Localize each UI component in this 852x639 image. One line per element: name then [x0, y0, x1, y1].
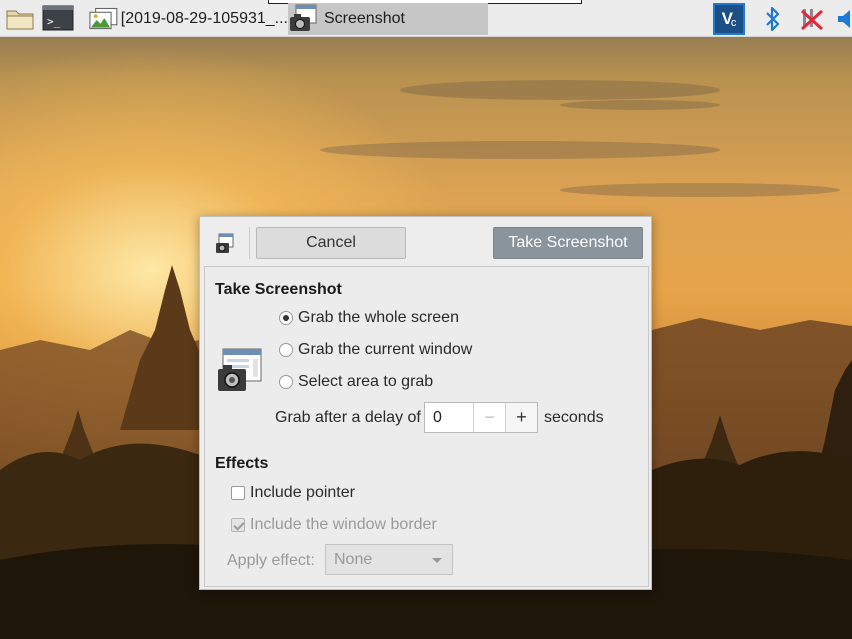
cancel-button[interactable]: Cancel [256, 227, 406, 259]
include-pointer-checkbox[interactable] [231, 486, 245, 500]
option-whole-screen[interactable]: Grab the whole screen [279, 309, 459, 327]
delay-label: Grab after a delay of [275, 409, 421, 426]
screenshot-large-icon [217, 347, 263, 393]
checkbox-label: Include pointer [250, 484, 355, 501]
checkbox-label: Include the window border [250, 516, 437, 533]
include-border-checkbox [231, 518, 245, 532]
include-pointer-option[interactable]: Include pointer [231, 484, 355, 502]
svg-text:>_: >_ [47, 15, 61, 28]
screenshot-app-icon [214, 233, 236, 255]
volume-icon[interactable] [830, 3, 852, 35]
delay-spinner[interactable]: 0 − + [424, 402, 538, 433]
take-screenshot-button[interactable]: Take Screenshot [493, 227, 643, 259]
header-separator [249, 227, 250, 259]
decrement-button[interactable]: − [473, 403, 505, 432]
radio-whole-screen[interactable] [279, 311, 293, 325]
task-label: Screenshot [324, 10, 405, 27]
delay-input[interactable]: 0 [425, 403, 473, 432]
radio-select-area[interactable] [279, 375, 293, 389]
camera-icon [290, 4, 317, 31]
chevron-down-icon [432, 558, 442, 563]
take-screenshot-heading: Take Screenshot [215, 281, 342, 298]
select-value: None [334, 550, 373, 568]
screenshot-dialog: Cancel Take Screenshot Take Screenshot G… [199, 216, 652, 590]
vnc-icon[interactable]: Vc [713, 3, 745, 35]
effects-heading: Effects [215, 455, 269, 472]
option-current-window[interactable]: Grab the current window [279, 341, 472, 359]
increment-button[interactable]: + [505, 403, 537, 432]
option-select-area[interactable]: Select area to grab [279, 373, 433, 391]
radio-current-window[interactable] [279, 343, 293, 357]
apply-effect-select: None [325, 544, 453, 575]
dialog-content: Take Screenshot Grab the whole screen Gr… [204, 266, 649, 587]
apply-effect-label: Apply effect: [227, 552, 315, 569]
option-label: Grab the whole screen [298, 309, 459, 326]
taskbar: >_ [2019-08-29-105931_... Screenshot Vc [0, 0, 852, 37]
folder-icon[interactable] [4, 4, 36, 32]
bluetooth-icon[interactable] [757, 3, 789, 35]
terminal-icon[interactable]: >_ [42, 4, 74, 32]
delay-unit: seconds [544, 409, 604, 426]
option-label: Select area to grab [298, 373, 434, 390]
task-screenshot[interactable]: Screenshot [288, 3, 488, 35]
image-viewer-icon [89, 7, 118, 30]
network-disconnected-icon[interactable] [796, 3, 828, 35]
task-label: [2019-08-29-105931_... [120, 10, 288, 27]
option-label: Grab the current window [298, 341, 473, 358]
include-border-option: Include the window border [231, 516, 437, 534]
task-image-viewer[interactable]: [2019-08-29-105931_... [88, 3, 288, 35]
